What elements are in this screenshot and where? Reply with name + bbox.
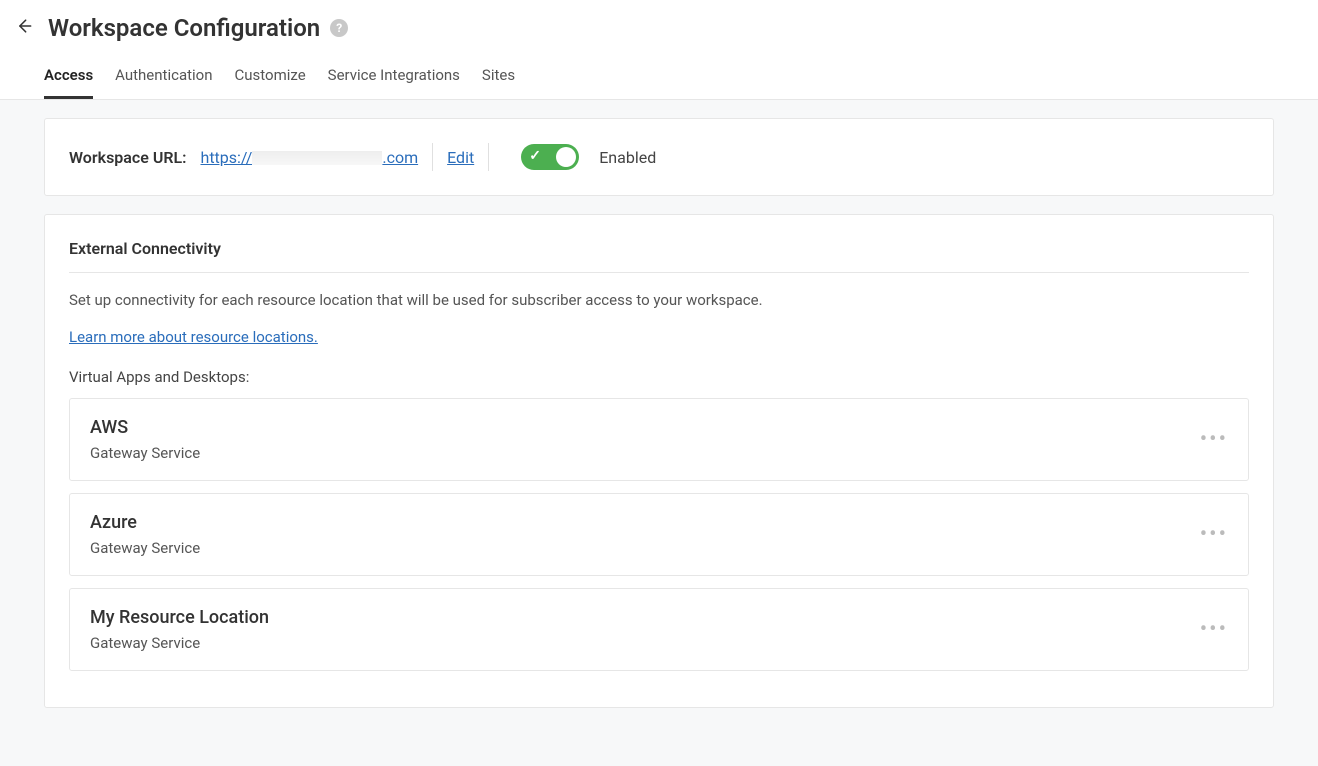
divider bbox=[488, 143, 489, 171]
resource-row: My Resource Location Gateway Service ••• bbox=[69, 588, 1249, 671]
more-icon[interactable]: ••• bbox=[1200, 522, 1228, 547]
tab-service-integrations[interactable]: Service Integrations bbox=[328, 66, 460, 99]
resource-name: My Resource Location bbox=[90, 607, 269, 628]
tab-row: Access Authentication Customize Service … bbox=[0, 42, 1318, 100]
check-icon: ✓ bbox=[529, 148, 541, 164]
help-icon[interactable]: ? bbox=[330, 19, 348, 37]
page-title-text: Workspace Configuration bbox=[48, 14, 320, 42]
page-title: Workspace Configuration ? bbox=[48, 14, 348, 42]
resource-name: AWS bbox=[90, 417, 200, 438]
resource-row: AWS Gateway Service ••• bbox=[69, 398, 1249, 481]
workspace-url-card: Workspace URL: https:// .com Edit ✓ Enabl… bbox=[44, 118, 1274, 196]
tab-sites[interactable]: Sites bbox=[482, 66, 515, 99]
more-icon[interactable]: ••• bbox=[1200, 427, 1228, 452]
tab-access[interactable]: Access bbox=[44, 66, 93, 99]
more-icon[interactable]: ••• bbox=[1200, 617, 1228, 642]
workspace-url-link[interactable]: https:// .com bbox=[201, 148, 419, 167]
virtual-apps-desktops-label: Virtual Apps and Desktops: bbox=[69, 368, 1249, 386]
external-connectivity-card: External Connectivity Set up connectivit… bbox=[44, 214, 1274, 708]
back-icon[interactable] bbox=[14, 16, 34, 40]
workspace-url-redacted bbox=[252, 151, 382, 165]
workspace-url-prefix: https:// bbox=[201, 148, 253, 167]
enabled-toggle[interactable]: ✓ bbox=[521, 144, 579, 170]
resource-service: Gateway Service bbox=[90, 634, 269, 652]
workspace-url-suffix: .com bbox=[382, 148, 418, 167]
toggle-knob bbox=[556, 147, 576, 167]
enabled-toggle-label: Enabled bbox=[599, 148, 656, 167]
tab-customize[interactable]: Customize bbox=[235, 66, 306, 99]
section-description: Set up connectivity for each resource lo… bbox=[69, 291, 1249, 309]
section-title: External Connectivity bbox=[69, 239, 1249, 273]
divider bbox=[432, 143, 433, 171]
tab-authentication[interactable]: Authentication bbox=[115, 66, 212, 99]
resource-name: Azure bbox=[90, 512, 200, 533]
learn-more-link[interactable]: Learn more about resource locations. bbox=[69, 328, 318, 346]
resource-service: Gateway Service bbox=[90, 539, 200, 557]
resource-row: Azure Gateway Service ••• bbox=[69, 493, 1249, 576]
edit-link[interactable]: Edit bbox=[447, 148, 474, 167]
workspace-url-label: Workspace URL: bbox=[69, 148, 187, 167]
resource-service: Gateway Service bbox=[90, 444, 200, 462]
